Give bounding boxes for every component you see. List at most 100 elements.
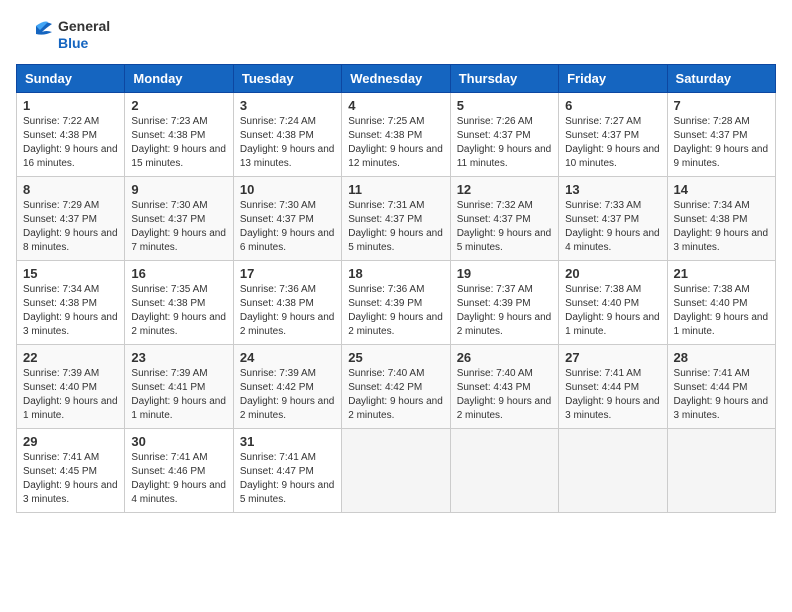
day-info: Sunrise: 7:40 AM Sunset: 4:43 PM Dayligh… xyxy=(457,367,552,423)
weekday-header-row: SundayMondayTuesdayWednesdayThursdayFrid… xyxy=(17,65,776,93)
calendar-week-1: 1Sunrise: 7:22 AM Sunset: 4:38 PM Daylig… xyxy=(17,93,776,177)
day-info: Sunrise: 7:39 AM Sunset: 4:40 PM Dayligh… xyxy=(23,367,118,423)
calendar-cell: 15 Sunrise: 7:34 AM Sunset: 4:38 PM Dayli… xyxy=(17,261,125,345)
calendar-week-2: 8Sunrise: 7:29 AM Sunset: 4:37 PM Daylig… xyxy=(17,177,776,261)
day-info: Sunrise: 7:24 AM Sunset: 4:38 PM Dayligh… xyxy=(240,115,335,171)
day-number: 23 xyxy=(131,350,226,365)
day-info: Sunrise: 7:41 AM Sunset: 4:47 PM Dayligh… xyxy=(240,451,335,507)
day-number: 26 xyxy=(457,350,552,365)
calendar-cell: 24Sunrise: 7:39 AM Sunset: 4:42 PM Dayli… xyxy=(233,345,341,429)
calendar-cell: 17 Sunrise: 7:36 AM Sunset: 4:38 PM Dayli… xyxy=(233,261,341,345)
day-number: 17 xyxy=(240,266,335,281)
calendar-cell: 1Sunrise: 7:22 AM Sunset: 4:38 PM Daylig… xyxy=(17,93,125,177)
calendar-cell: 7 Sunrise: 7:28 AM Sunset: 4:37 PM Daylig… xyxy=(667,93,775,177)
day-info: Sunrise: 7:36 AM Sunset: 4:39 PM Dayligh… xyxy=(348,283,443,339)
day-number: 13 xyxy=(565,182,660,197)
calendar-cell: 26 Sunrise: 7:40 AM Sunset: 4:43 PM Dayli… xyxy=(450,345,558,429)
calendar-cell: 31 Sunrise: 7:41 AM Sunset: 4:47 PM Dayli… xyxy=(233,429,341,513)
day-info: Sunrise: 7:26 AM Sunset: 4:37 PM Dayligh… xyxy=(457,115,552,171)
calendar-cell: 25 Sunrise: 7:40 AM Sunset: 4:42 PM Dayli… xyxy=(342,345,450,429)
day-info: Sunrise: 7:35 AM Sunset: 4:38 PM Dayligh… xyxy=(131,283,226,339)
day-info: Sunrise: 7:30 AM Sunset: 4:37 PM Dayligh… xyxy=(131,199,226,255)
calendar-cell: 12Sunrise: 7:32 AM Sunset: 4:37 PM Dayli… xyxy=(450,177,558,261)
day-info: Sunrise: 7:38 AM Sunset: 4:40 PM Dayligh… xyxy=(565,283,660,339)
logo-blue-text: Blue xyxy=(58,35,110,52)
day-number: 31 xyxy=(240,434,335,449)
calendar-cell: 30 Sunrise: 7:41 AM Sunset: 4:46 PM Dayli… xyxy=(125,429,233,513)
calendar-table: SundayMondayTuesdayWednesdayThursdayFrid… xyxy=(16,64,776,513)
day-number: 29 xyxy=(23,434,118,449)
weekday-header-tuesday: Tuesday xyxy=(233,65,341,93)
weekday-header-wednesday: Wednesday xyxy=(342,65,450,93)
day-number: 25 xyxy=(348,350,443,365)
day-number: 11 xyxy=(348,182,443,197)
weekday-header-sunday: Sunday xyxy=(17,65,125,93)
logo: General Blue xyxy=(16,16,110,54)
day-info: Sunrise: 7:40 AM Sunset: 4:42 PM Dayligh… xyxy=(348,367,443,423)
day-number: 4 xyxy=(348,98,443,113)
day-number: 30 xyxy=(131,434,226,449)
day-number: 28 xyxy=(674,350,769,365)
calendar-cell: 14 Sunrise: 7:34 AM Sunset: 4:38 PM Dayli… xyxy=(667,177,775,261)
day-number: 7 xyxy=(674,98,769,113)
calendar-cell xyxy=(667,429,775,513)
calendar-cell: 27 Sunrise: 7:41 AM Sunset: 4:44 PM Dayli… xyxy=(559,345,667,429)
day-number: 21 xyxy=(674,266,769,281)
day-info: Sunrise: 7:39 AM Sunset: 4:41 PM Dayligh… xyxy=(131,367,226,423)
day-number: 9 xyxy=(131,182,226,197)
day-number: 27 xyxy=(565,350,660,365)
day-info: Sunrise: 7:34 AM Sunset: 4:38 PM Dayligh… xyxy=(23,283,118,339)
day-info: Sunrise: 7:32 AM Sunset: 4:37 PM Dayligh… xyxy=(457,199,552,255)
day-number: 6 xyxy=(565,98,660,113)
day-info: Sunrise: 7:23 AM Sunset: 4:38 PM Dayligh… xyxy=(131,115,226,171)
day-info: Sunrise: 7:41 AM Sunset: 4:44 PM Dayligh… xyxy=(674,367,769,423)
calendar-cell: 21Sunrise: 7:38 AM Sunset: 4:40 PM Dayli… xyxy=(667,261,775,345)
calendar-cell: 28 Sunrise: 7:41 AM Sunset: 4:44 PM Dayli… xyxy=(667,345,775,429)
calendar-cell xyxy=(559,429,667,513)
day-number: 20 xyxy=(565,266,660,281)
logo-general-text: General xyxy=(58,18,110,35)
calendar-cell xyxy=(342,429,450,513)
calendar-cell xyxy=(450,429,558,513)
day-info: Sunrise: 7:36 AM Sunset: 4:38 PM Dayligh… xyxy=(240,283,335,339)
day-info: Sunrise: 7:25 AM Sunset: 4:38 PM Dayligh… xyxy=(348,115,443,171)
day-number: 3 xyxy=(240,98,335,113)
day-info: Sunrise: 7:28 AM Sunset: 4:37 PM Dayligh… xyxy=(674,115,769,171)
calendar-cell: 16 Sunrise: 7:35 AM Sunset: 4:38 PM Dayli… xyxy=(125,261,233,345)
day-number: 1 xyxy=(23,98,118,113)
weekday-header-monday: Monday xyxy=(125,65,233,93)
day-number: 18 xyxy=(348,266,443,281)
day-number: 14 xyxy=(674,182,769,197)
day-info: Sunrise: 7:41 AM Sunset: 4:44 PM Dayligh… xyxy=(565,367,660,423)
day-number: 16 xyxy=(131,266,226,281)
calendar-cell: 13Sunrise: 7:33 AM Sunset: 4:37 PM Dayli… xyxy=(559,177,667,261)
calendar-cell: 22Sunrise: 7:39 AM Sunset: 4:40 PM Dayli… xyxy=(17,345,125,429)
day-number: 15 xyxy=(23,266,118,281)
calendar-week-4: 22Sunrise: 7:39 AM Sunset: 4:40 PM Dayli… xyxy=(17,345,776,429)
logo-container: General Blue xyxy=(16,16,110,54)
day-info: Sunrise: 7:37 AM Sunset: 4:39 PM Dayligh… xyxy=(457,283,552,339)
day-number: 10 xyxy=(240,182,335,197)
day-info: Sunrise: 7:41 AM Sunset: 4:45 PM Dayligh… xyxy=(23,451,118,507)
calendar-cell: 19 Sunrise: 7:37 AM Sunset: 4:39 PM Dayli… xyxy=(450,261,558,345)
weekday-header-friday: Friday xyxy=(559,65,667,93)
day-info: Sunrise: 7:41 AM Sunset: 4:46 PM Dayligh… xyxy=(131,451,226,507)
weekday-header-saturday: Saturday xyxy=(667,65,775,93)
calendar-cell: 11 Sunrise: 7:31 AM Sunset: 4:37 PM Dayli… xyxy=(342,177,450,261)
page-header: General Blue xyxy=(16,16,776,54)
calendar-week-3: 15 Sunrise: 7:34 AM Sunset: 4:38 PM Dayli… xyxy=(17,261,776,345)
day-number: 19 xyxy=(457,266,552,281)
day-number: 5 xyxy=(457,98,552,113)
calendar-cell: 3 Sunrise: 7:24 AM Sunset: 4:38 PM Daylig… xyxy=(233,93,341,177)
day-info: Sunrise: 7:34 AM Sunset: 4:38 PM Dayligh… xyxy=(674,199,769,255)
calendar-cell: 29 Sunrise: 7:41 AM Sunset: 4:45 PM Dayli… xyxy=(17,429,125,513)
day-number: 2 xyxy=(131,98,226,113)
day-info: Sunrise: 7:29 AM Sunset: 4:37 PM Dayligh… xyxy=(23,199,118,255)
logo-bird-icon xyxy=(16,16,54,54)
calendar-cell: 23 Sunrise: 7:39 AM Sunset: 4:41 PM Dayli… xyxy=(125,345,233,429)
calendar-cell: 10Sunrise: 7:30 AM Sunset: 4:37 PM Dayli… xyxy=(233,177,341,261)
day-info: Sunrise: 7:31 AM Sunset: 4:37 PM Dayligh… xyxy=(348,199,443,255)
calendar-cell: 5 Sunrise: 7:26 AM Sunset: 4:37 PM Daylig… xyxy=(450,93,558,177)
calendar-cell: 20 Sunrise: 7:38 AM Sunset: 4:40 PM Dayli… xyxy=(559,261,667,345)
day-info: Sunrise: 7:39 AM Sunset: 4:42 PM Dayligh… xyxy=(240,367,335,423)
